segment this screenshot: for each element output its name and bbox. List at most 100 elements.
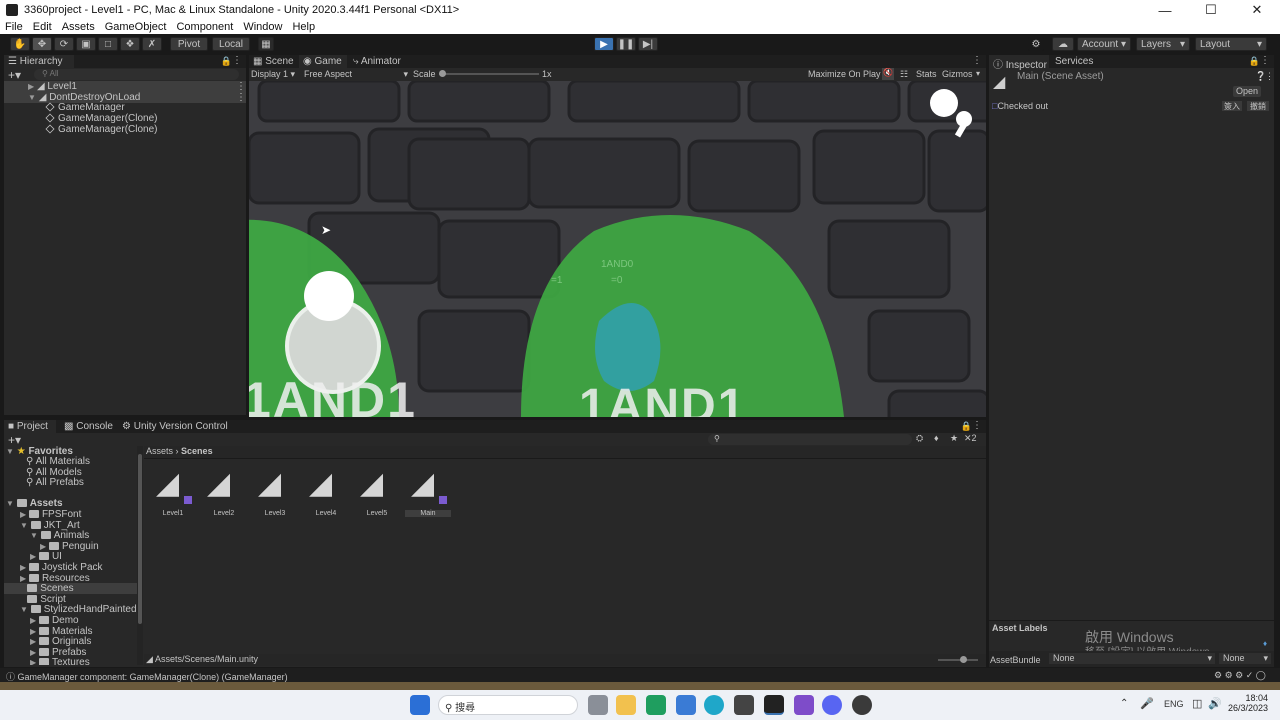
tree-item[interactable]: ▶ Demo — [4, 615, 137, 626]
kebab-menu-icon[interactable]: ⋮ — [236, 81, 246, 92]
chevron-right-icon[interactable]: ▶ — [20, 510, 26, 519]
lock-icon[interactable]: 🔒 — [221, 56, 232, 67]
tree-item[interactable]: ▶ Originals — [4, 636, 137, 647]
chevron-right-icon[interactable]: ▶ — [30, 648, 36, 657]
hand-tool-icon[interactable]: ✋ — [10, 37, 30, 51]
tree-item[interactable]: Scenes — [4, 583, 137, 595]
menu-component[interactable]: Component — [171, 20, 238, 34]
revert-button[interactable]: 撤銷 — [1247, 101, 1269, 111]
volume-icon[interactable]: 🔊 — [1208, 697, 1222, 710]
menu-file[interactable]: File — [0, 20, 28, 34]
chevron-down-icon[interactable]: ▼ — [20, 521, 28, 530]
github-icon[interactable] — [852, 695, 872, 715]
discord-icon[interactable] — [822, 695, 842, 715]
tab-game[interactable]: ◉ Game — [299, 55, 347, 68]
scene-asset-item[interactable]: ◢ Level2 — [201, 466, 247, 522]
icon-size-slider-thumb[interactable] — [960, 656, 967, 663]
menu-gameobject[interactable]: GameObject — [100, 20, 172, 34]
tab-scene[interactable]: ▦ Scene — [249, 55, 297, 68]
menu-assets[interactable]: Assets — [57, 20, 100, 34]
start-icon[interactable] — [410, 695, 430, 715]
collab-icon[interactable]: ⚙ — [1028, 37, 1044, 51]
project-search[interactable]: ⚲ — [708, 434, 912, 445]
tree-item[interactable]: ▶ FPSFont — [4, 509, 137, 520]
scene-asset-item[interactable]: ◢ Main — [405, 466, 451, 522]
chevron-right-icon[interactable]: ▶ — [30, 637, 36, 646]
assetbundle-dropdown[interactable]: None ▾ — [1049, 653, 1215, 664]
lock-icon[interactable]: 🔒 — [961, 421, 972, 432]
menu-window[interactable]: Window — [238, 20, 287, 34]
move-tool-icon[interactable]: ✥ — [32, 37, 52, 51]
scale-slider-thumb[interactable] — [439, 70, 446, 77]
clock[interactable]: 18:04 26/3/2023 — [1228, 693, 1268, 713]
cloud-icon[interactable]: ☁ — [1052, 37, 1074, 51]
unity-editor-icon[interactable] — [764, 695, 784, 715]
tree-item[interactable]: ▼ JKT_Art — [4, 520, 137, 531]
kebab-menu-icon[interactable]: ⋮ — [1265, 71, 1274, 82]
custom-tool-icon[interactable]: ✗ — [142, 37, 162, 51]
frame-debug-icon[interactable]: ☷ — [900, 69, 908, 80]
scene-asset-item[interactable]: ◢ Level3 — [252, 466, 298, 522]
file-explorer-icon[interactable] — [616, 695, 636, 715]
filter-label-icon[interactable]: ♦ — [934, 433, 939, 443]
app-green-icon[interactable] — [646, 695, 666, 715]
chevron-right-icon[interactable]: ▶ — [30, 658, 36, 665]
tab-animator[interactable]: ⤷ Animator — [349, 55, 411, 68]
tab-console[interactable]: ▩ Console — [60, 420, 114, 433]
tree-item[interactable]: ▶ UI — [4, 551, 137, 562]
lock-icon[interactable]: 🔒 — [1249, 56, 1260, 67]
variant-dropdown[interactable]: None ▾ — [1219, 653, 1271, 664]
layout-dropdown[interactable]: Layout ▾ — [1195, 37, 1267, 51]
hierarchy-row-dontdestroy[interactable]: ▼ ◢ DontDestroyOnLoad — [4, 92, 246, 103]
account-dropdown[interactable]: Account ▾ — [1077, 37, 1131, 51]
network-icon[interactable]: ◫ — [1192, 697, 1202, 710]
menu-help[interactable]: Help — [287, 20, 320, 34]
local-toggle[interactable]: Local — [212, 37, 250, 51]
kebab-menu-icon[interactable]: ⋮ — [1260, 55, 1270, 66]
kebab-menu-icon[interactable]: ⋮ — [972, 55, 982, 66]
play-button[interactable]: ▶ — [594, 37, 614, 51]
favorite-item[interactable]: ⚲ All Materials — [26, 456, 90, 467]
bing-icon[interactable] — [676, 695, 696, 715]
scene-asset-item[interactable]: ◢ Level5 — [354, 466, 400, 522]
scene-asset-item[interactable]: ◢ Level1 — [150, 466, 196, 522]
chevron-right-icon[interactable]: ▶ — [40, 542, 46, 551]
hierarchy-row-level1[interactable]: ▶ ◢ Level1 — [4, 81, 246, 92]
tree-item[interactable]: ▶ Resources — [4, 573, 137, 584]
hierarchy-row-gamemanager-clone[interactable]: GameManager(Clone) — [45, 124, 158, 135]
tree-item[interactable]: ▶ Joystick Pack — [4, 562, 137, 573]
pivot-toggle[interactable]: Pivot — [170, 37, 208, 51]
hierarchy-search[interactable]: ⚲ All — [34, 69, 239, 80]
step-button[interactable]: ▶| — [638, 37, 658, 51]
open-button[interactable]: Open — [1233, 86, 1261, 97]
transform-tool-icon[interactable]: ❖ — [120, 37, 140, 51]
chevron-down-icon[interactable]: ▼ — [20, 605, 28, 614]
assets-header[interactable]: ▼ Assets — [6, 498, 63, 509]
game-viewport[interactable]: 1AND1 1AND1 1AND0 =0 =1 ➤ — [249, 81, 986, 417]
aspect-dropdown[interactable]: Free Aspect ▾ — [304, 69, 408, 79]
maximize-icon[interactable]: ☐ — [1188, 0, 1234, 20]
tree-scrollbar[interactable] — [137, 446, 143, 665]
tree-scrollbar-thumb[interactable] — [138, 454, 142, 624]
tab-hierarchy[interactable]: ☰ Hierarchy — [4, 55, 74, 68]
chevron-spacer[interactable] — [20, 584, 24, 593]
tree-item[interactable]: ▼ Animals — [4, 530, 137, 541]
chevron-down-icon[interactable]: ▼ — [30, 531, 38, 540]
tree-item[interactable]: ▶ Penguin — [4, 541, 137, 552]
hidden-packages-icon[interactable]: ✕2 — [964, 433, 977, 444]
tab-version-control[interactable]: ⚙ Unity Version Control — [118, 420, 228, 433]
chevron-right-icon[interactable]: ▶ — [30, 552, 36, 561]
icon-size-slider[interactable] — [938, 656, 978, 663]
language-indicator[interactable]: ENG — [1164, 699, 1184, 709]
pause-button[interactable]: ❚❚ — [616, 37, 636, 51]
stats-toggle[interactable]: Stats — [916, 69, 937, 79]
microphone-icon[interactable]: 🎤 — [1140, 697, 1154, 710]
hierarchy-row-gamemanager-clone[interactable]: GameManager(Clone) — [45, 113, 158, 124]
scale-slider[interactable] — [439, 70, 539, 77]
tab-inspector[interactable]: ⓘ Inspector — [989, 55, 1049, 71]
chevron-right-icon[interactable]: ▶ — [20, 563, 26, 572]
grid-snap-icon[interactable]: ▦ — [258, 37, 274, 51]
scale-tool-icon[interactable]: ▣ — [76, 37, 96, 51]
rotate-tool-icon[interactable]: ⟳ — [54, 37, 74, 51]
gizmos-toggle[interactable]: Gizmos — [942, 69, 973, 79]
